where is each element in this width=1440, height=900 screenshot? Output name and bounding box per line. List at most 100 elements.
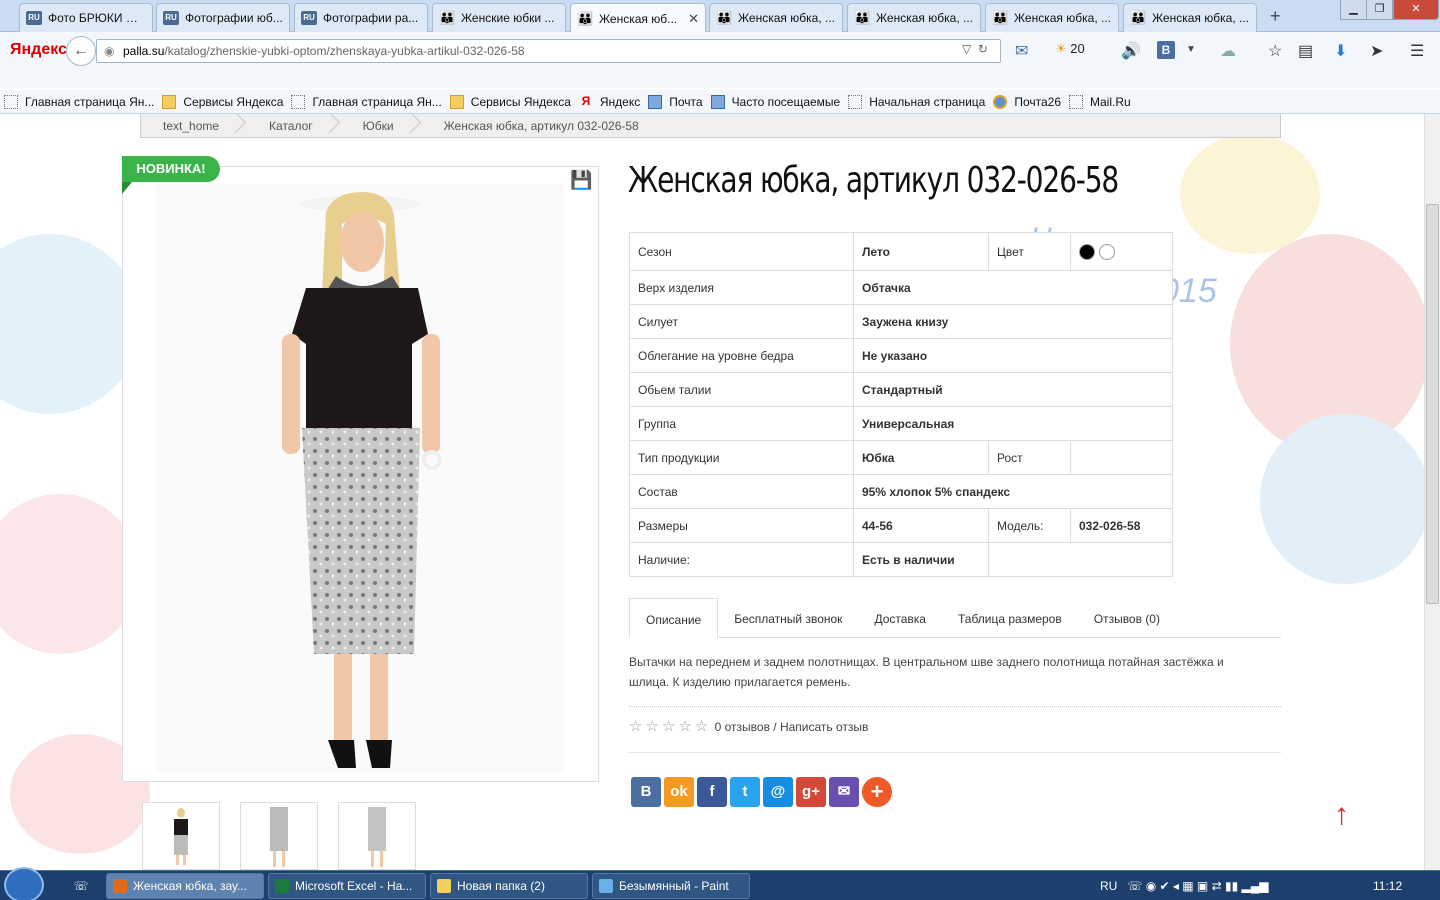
spec-value xyxy=(1070,440,1173,475)
url-controls[interactable]: ▽ ↻ xyxy=(962,42,988,56)
bookmark-item[interactable]: Сервисы Яндекса xyxy=(449,94,571,109)
browser-tab[interactable]: 👪 Женская юбка, ... xyxy=(985,3,1119,32)
vk-share-button[interactable]: В xyxy=(631,777,661,807)
viber-taskbar-icon[interactable]: ☏ xyxy=(64,873,98,899)
browser-tab[interactable]: RU Фотографии ра... xyxy=(294,3,428,32)
send-icon[interactable]: ➤ xyxy=(1370,41,1383,61)
color-swatch-black[interactable] xyxy=(1079,243,1095,260)
speaker-icon[interactable]: 🔊 xyxy=(1121,41,1141,61)
empty-cell xyxy=(988,542,1173,577)
breadcrumb-home[interactable]: text_home xyxy=(141,119,247,133)
taskbar-item[interactable]: Женская юбка, зау... xyxy=(106,873,264,899)
bookmark-item[interactable]: Я Яндекс xyxy=(579,93,641,109)
browser-tab-active[interactable]: 👪 Женская юб... ✕ xyxy=(570,3,706,33)
bookmark-label: Начальная страница xyxy=(869,94,986,109)
download-icon[interactable]: ⬇ xyxy=(1334,41,1347,61)
browser-tab[interactable]: 👪 Женская юбка, ... xyxy=(709,3,843,32)
clock[interactable]: 11:12 xyxy=(1373,871,1402,900)
spec-value: 95% хлопок 5% спандекс xyxy=(853,474,1173,509)
firefox-icon xyxy=(113,879,127,893)
mailru-share-button[interactable]: @ xyxy=(763,777,793,807)
bookmark-item[interactable]: Начальная страница xyxy=(848,94,986,109)
browser-tab[interactable]: RU Фотографии юб... xyxy=(156,3,290,32)
start-button[interactable] xyxy=(4,867,44,900)
breadcrumb-catalog[interactable]: Каталог xyxy=(247,119,341,133)
dropdown-arrow-icon[interactable]: ▽ xyxy=(962,42,971,56)
tab-free-call[interactable]: Бесплатный звонок xyxy=(718,598,858,638)
bookmark-item[interactable]: Главная страница Ян... xyxy=(291,94,442,109)
odnoklassniki-share-button[interactable]: ok xyxy=(664,777,694,807)
weather-widget[interactable]: ☀ 20 xyxy=(1055,41,1085,57)
tab-description[interactable]: Описание xyxy=(629,598,719,638)
twitter-share-button[interactable]: t xyxy=(730,777,760,807)
tab-delivery[interactable]: Доставка xyxy=(858,598,942,638)
save-icon[interactable]: 💾 xyxy=(570,170,592,191)
bookmark-item[interactable]: Часто посещаемые xyxy=(710,94,840,109)
star-icon: ☆ xyxy=(661,718,676,735)
taskbar-item[interactable]: Новая папка (2) xyxy=(430,873,588,899)
reading-list-icon[interactable]: ▤ xyxy=(1298,41,1313,61)
yandex-icon: Я xyxy=(581,93,591,108)
spec-value: 032-026-58 xyxy=(1070,508,1173,543)
bookmark-label: Главная страница Ян... xyxy=(312,94,442,109)
page-icon xyxy=(848,94,863,109)
taskbar-item[interactable]: Microsoft Excel - Ha... xyxy=(268,873,426,899)
new-tab-icon[interactable]: + xyxy=(1270,6,1281,27)
tray-icons[interactable]: ☏ ◉ ✔ ◂ ▦ ▣ ⇄ ▮▮ ▂▄▆ xyxy=(1127,879,1268,893)
reviews-link[interactable]: 0 отзывов / Написать отзыв xyxy=(715,720,869,734)
page-scrollbar[interactable] xyxy=(1424,114,1440,870)
web-page: text_home Каталог Юбки Женская юбка, арт… xyxy=(0,114,1424,870)
bookmark-item[interactable]: Главная страница Ян... xyxy=(4,94,154,109)
taskbar-item[interactable]: Безымянный - Paint xyxy=(592,873,750,899)
dropdown-arrow-icon[interactable]: ▼ xyxy=(1186,44,1196,55)
restore-icon[interactable]: ❐ xyxy=(1366,0,1393,20)
thumbnail-2[interactable] xyxy=(240,802,318,870)
bookmark-star-icon[interactable]: ☆ xyxy=(1268,41,1282,61)
ru-site-icon: RU xyxy=(163,11,179,25)
email-share-button[interactable]: ✉ xyxy=(829,777,859,807)
vk-icon[interactable]: В xyxy=(1157,41,1175,59)
thumbnail-1[interactable] xyxy=(142,802,220,870)
back-arrow-icon[interactable]: ← xyxy=(66,36,96,66)
reload-icon[interactable]: ↻ xyxy=(978,42,988,56)
mail-icon xyxy=(648,94,663,109)
scrollbar-thumb[interactable] xyxy=(1426,204,1439,604)
star-icon: ☆ xyxy=(645,718,659,735)
thumbnail-3[interactable] xyxy=(338,802,416,870)
color-swatch-white[interactable] xyxy=(1099,243,1115,260)
minimize-icon[interactable]: ▁ xyxy=(1340,0,1367,20)
language-indicator[interactable]: RU xyxy=(1100,879,1117,893)
product-photo[interactable] xyxy=(156,184,564,772)
bookmark-item[interactable]: Почта xyxy=(648,94,703,109)
tab-size-table[interactable]: Таблица размеров xyxy=(942,598,1078,638)
mail-icon[interactable]: ✉ xyxy=(1015,41,1028,61)
browser-tab[interactable]: RU Фото БРЮКИ Ж... xyxy=(19,3,153,32)
bookmark-item[interactable]: Сервисы Яндекса xyxy=(162,94,284,109)
facebook-share-button[interactable]: f xyxy=(697,777,727,807)
sun-cloud-icon: ☀ xyxy=(1055,41,1067,56)
breadcrumb-skirts[interactable]: Юбки xyxy=(341,119,422,133)
google-plus-share-button[interactable]: g+ xyxy=(796,777,826,807)
people-icon: 👪 xyxy=(854,10,871,25)
close-tab-icon[interactable]: ✕ xyxy=(682,11,699,27)
bookmark-item[interactable]: Mail.Ru xyxy=(1069,94,1131,109)
taskbar-label: Женская юбка, зау... xyxy=(133,879,247,893)
browser-tab[interactable]: 👪 Женские юбки ... xyxy=(432,3,566,32)
scroll-up-arrow-icon[interactable]: ↑ xyxy=(1334,798,1349,832)
yandex-logo[interactable]: Яндекс xyxy=(10,41,67,59)
more-share-button[interactable]: + xyxy=(862,777,892,807)
browser-tab[interactable]: 👪 Женская юбка, ... xyxy=(847,3,981,32)
tab-label: Женская юбка, ... xyxy=(1014,11,1111,25)
tab-reviews[interactable]: Отзывов (0) xyxy=(1078,598,1176,638)
browser-tab[interactable]: 👪 Женская юбка, ... xyxy=(1123,3,1257,32)
breadcrumb: text_home Каталог Юбки Женская юбка, арт… xyxy=(140,114,1281,138)
url-bar[interactable]: palla.su/katalog/zhenskie-yubki-optom/zh… xyxy=(96,39,1001,63)
paint-icon xyxy=(599,879,613,893)
menu-icon[interactable]: ☰ xyxy=(1410,41,1424,61)
cloud-icon[interactable]: ☁ xyxy=(1220,41,1236,61)
bookmark-item[interactable]: Почта26 xyxy=(993,94,1061,109)
table-row: Обьем талии Стандартный xyxy=(629,372,1173,407)
bookmark-label: Сервисы Яндекса xyxy=(183,94,284,109)
page-icon xyxy=(1069,94,1083,109)
window-close-icon[interactable]: ✕ xyxy=(1393,0,1439,20)
